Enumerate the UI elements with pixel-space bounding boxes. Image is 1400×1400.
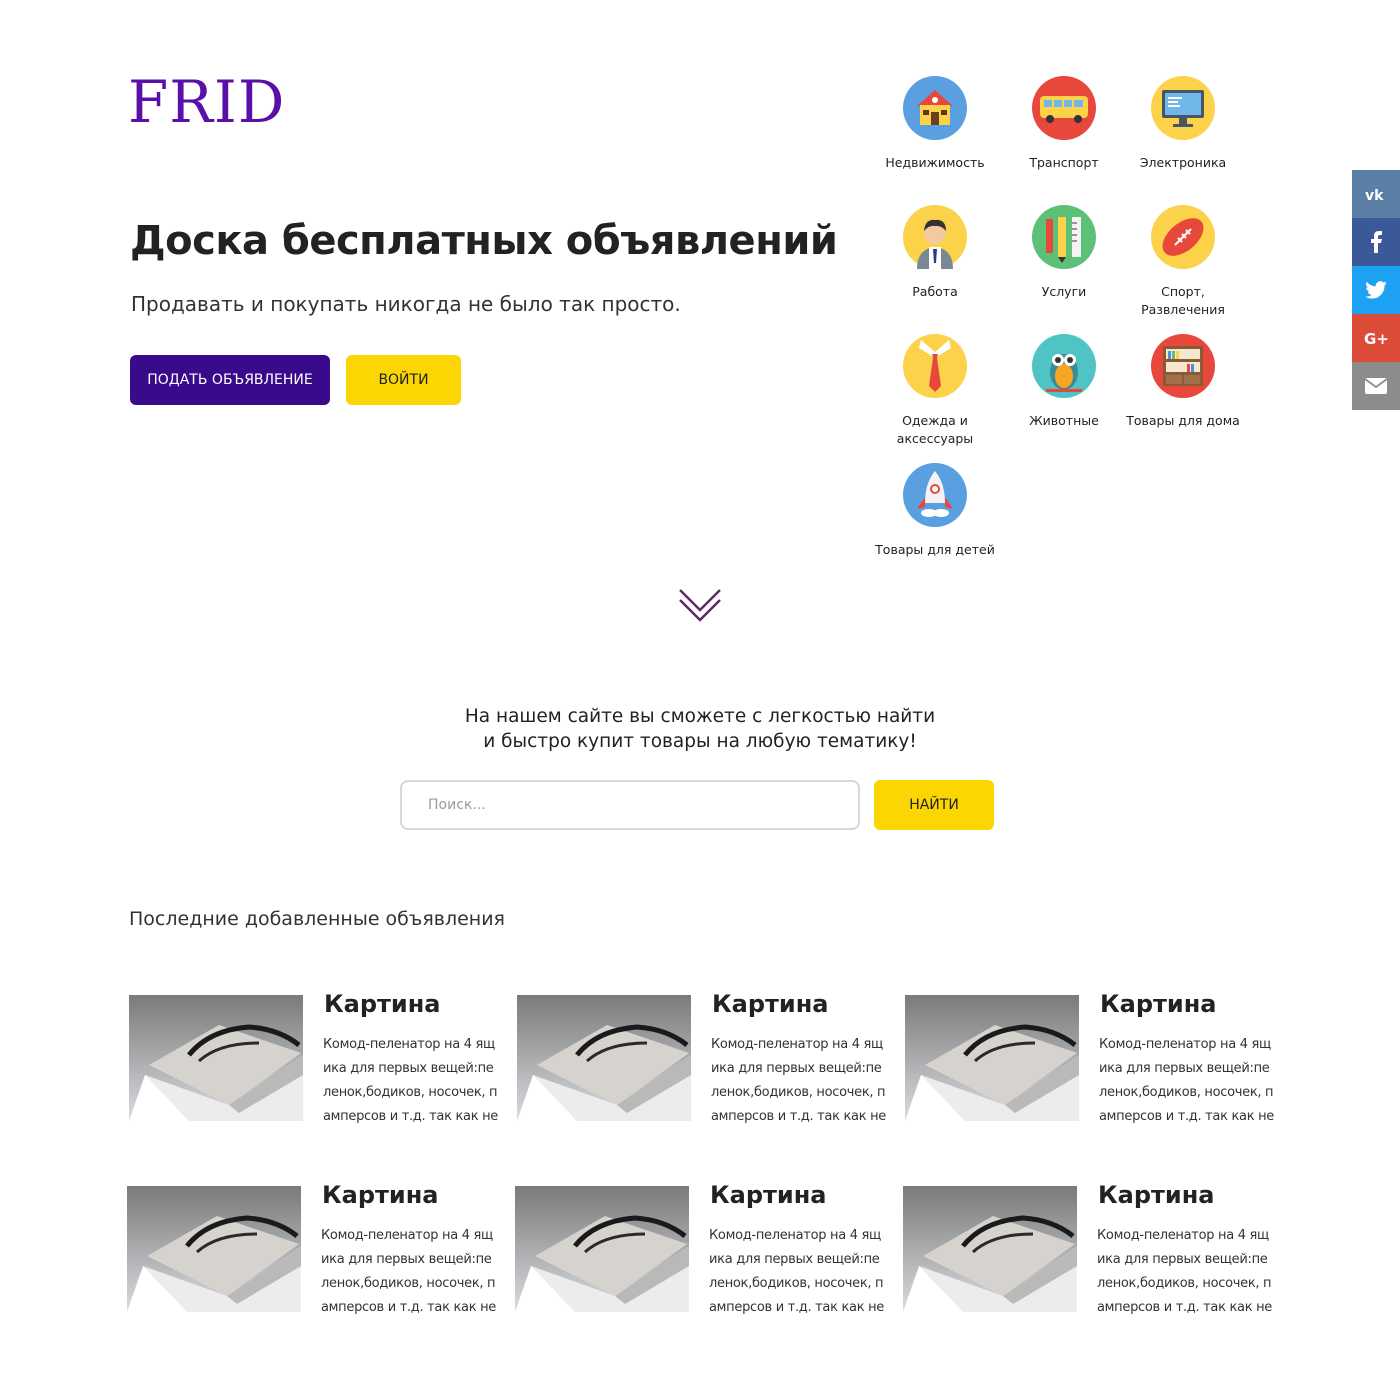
site-logo[interactable]: FRID	[128, 70, 285, 134]
listing-card[interactable]: Картина Комод-пеленатор на 4 ящика для пе…	[127, 1181, 497, 1316]
monitor-icon	[1151, 76, 1215, 140]
category-home[interactable]: Товары для дома	[1118, 334, 1248, 430]
facebook-glyph	[1371, 231, 1382, 253]
email-glyph	[1365, 378, 1387, 394]
category-services[interactable]: Услуги	[999, 205, 1129, 301]
category-jobs[interactable]: Работа	[870, 205, 1000, 301]
category-label: Работа	[912, 284, 958, 299]
rocket-icon	[903, 463, 967, 527]
hero-title: Доска бесплатных объявлений	[130, 218, 838, 264]
listing-photo	[515, 1186, 689, 1312]
email-icon[interactable]	[1352, 362, 1400, 410]
scroll-down-icon[interactable]	[676, 584, 724, 624]
category-label: Товары для дома	[1126, 413, 1240, 428]
owl-icon	[1032, 334, 1096, 398]
listing-card[interactable]: Картина Комод-пеленатор на 4 ящика для пе…	[515, 1181, 885, 1316]
listing-image[interactable]	[903, 1186, 1077, 1312]
vk-icon[interactable]: vk	[1352, 170, 1400, 218]
shirt-tie-icon	[903, 334, 967, 398]
listing-photo	[129, 995, 303, 1121]
category-label: Спорт, Развлечения	[1141, 284, 1225, 317]
house-icon	[903, 76, 967, 140]
search-intro-line-1: На нашем сайте вы сможете с легкостью на…	[464, 706, 936, 727]
category-label: Животные	[1029, 413, 1099, 428]
twitter-icon[interactable]	[1352, 266, 1400, 314]
listing-title[interactable]: Картина	[712, 990, 829, 1018]
listing-title[interactable]: Картина	[1100, 990, 1217, 1018]
category-label: Одежда и аксессуары	[896, 413, 974, 446]
category-transport[interactable]: Транспорт	[999, 76, 1129, 172]
category-animals[interactable]: Животные	[999, 334, 1129, 430]
vk-glyph: vk	[1365, 188, 1384, 201]
facebook-icon[interactable]	[1352, 218, 1400, 266]
listing-description: Комод-пеленатор на 4 ящика для первых ве…	[1097, 1228, 1272, 1315]
listing-card[interactable]: Картина Комод-пеленатор на 4 ящика для пе…	[129, 990, 499, 1125]
login-button[interactable]: ВОЙТИ	[346, 355, 461, 405]
listing-title[interactable]: Картина	[1098, 1181, 1215, 1209]
search-button[interactable]: НАЙТИ	[874, 780, 994, 830]
category-real-estate[interactable]: Недвижимость	[870, 76, 1000, 172]
football-icon	[1151, 205, 1215, 269]
listing-photo	[127, 1186, 301, 1312]
latest-ads-title: Последние добавленные объявления	[129, 908, 505, 930]
category-electronics[interactable]: Электроника	[1118, 76, 1248, 172]
google-plus-glyph: G+	[1364, 330, 1388, 346]
category-grid: Недвижимость Транспорт Электроника Работ…	[870, 76, 1250, 586]
listing-description: Комод-пеленатор на 4 ящика для первых ве…	[321, 1228, 496, 1315]
category-label: Транспорт	[1029, 155, 1099, 170]
listing-photo	[903, 1186, 1077, 1312]
search-intro: На нашем сайте вы сможете с легкостью на…	[0, 704, 1400, 754]
listing-photo	[517, 995, 691, 1121]
category-sport[interactable]: Спорт, Развлечения	[1118, 205, 1248, 319]
listing-card[interactable]: Картина Комод-пеленатор на 4 ящика для пе…	[517, 990, 887, 1125]
category-label: Услуги	[1041, 284, 1087, 299]
category-label: Товары для детей	[875, 542, 995, 557]
social-share-bar: vk G+	[1352, 170, 1400, 410]
listing-image[interactable]	[517, 995, 691, 1121]
listing-image[interactable]	[129, 995, 303, 1121]
svg-text:G+: G+	[1364, 330, 1388, 346]
worker-icon	[903, 205, 967, 269]
tools-icon	[1032, 205, 1096, 269]
listing-card[interactable]: Картина Комод-пеленатор на 4 ящика для пе…	[905, 990, 1275, 1125]
category-label: Электроника	[1139, 155, 1227, 170]
listing-card[interactable]: Картина Комод-пеленатор на 4 ящика для пе…	[903, 1181, 1273, 1316]
post-ad-button[interactable]: ПОДАТЬ ОБЪЯВЛЕНИЕ	[130, 355, 330, 405]
listing-title[interactable]: Картина	[710, 1181, 827, 1209]
shelf-icon	[1151, 334, 1215, 398]
listing-image[interactable]	[515, 1186, 689, 1312]
search-intro-line-2: и быстро купит товары на любую тематику!	[483, 731, 917, 752]
listing-description: Комод-пеленатор на 4 ящика для первых ве…	[711, 1037, 886, 1124]
listing-title[interactable]: Картина	[322, 1181, 439, 1209]
hero-subtitle: Продавать и покупать никогда не было так…	[131, 292, 681, 316]
search-input[interactable]	[400, 780, 860, 830]
listing-title[interactable]: Картина	[324, 990, 441, 1018]
twitter-glyph	[1365, 281, 1387, 299]
listing-photo	[905, 995, 1079, 1121]
listing-description: Комод-пеленатор на 4 ящика для первых ве…	[1099, 1037, 1274, 1124]
listing-description: Комод-пеленатор на 4 ящика для первых ве…	[323, 1037, 498, 1124]
bus-icon	[1032, 76, 1096, 140]
category-kids[interactable]: Товары для детей	[870, 463, 1000, 559]
listing-image[interactable]	[127, 1186, 301, 1312]
category-label: Недвижимость	[885, 155, 985, 170]
category-clothing[interactable]: Одежда и аксессуары	[870, 334, 1000, 448]
google-plus-icon[interactable]: G+	[1352, 314, 1400, 362]
listing-image[interactable]	[905, 995, 1079, 1121]
listing-description: Комод-пеленатор на 4 ящика для первых ве…	[709, 1228, 884, 1315]
svg-text:vk: vk	[1365, 188, 1384, 201]
